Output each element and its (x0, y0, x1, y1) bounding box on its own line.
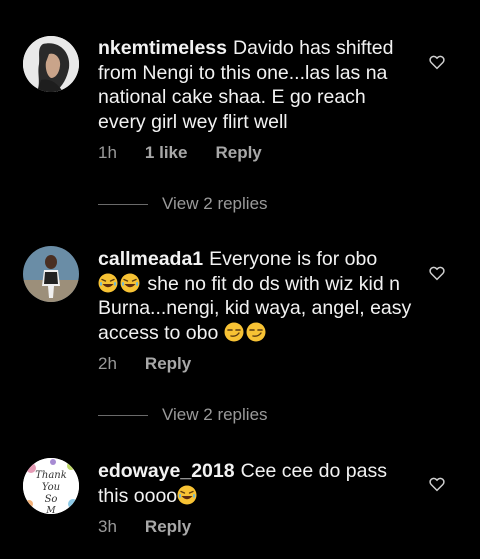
comment-body: Everyone is for obo (209, 248, 378, 270)
comment-meta: 2h Reply (98, 354, 191, 374)
avatar-text: Thank (35, 470, 67, 481)
view-replies-label[interactable]: View 2 replies (162, 194, 268, 214)
timestamp: 1h (98, 143, 117, 162)
view-replies-button[interactable]: View 2 replies (98, 405, 268, 425)
laughing-emoji (177, 485, 197, 504)
laughing-emoji (120, 273, 140, 292)
comment-meta: 1h 1 like Reply (98, 143, 262, 163)
comment-text: callmeada1 Everyone is for obo she no fit… (98, 247, 416, 345)
view-replies-button[interactable]: View 2 replies (98, 194, 268, 214)
timestamp: 3h (98, 517, 117, 536)
avatar-text: M (45, 506, 56, 514)
username[interactable]: edowaye_2018 (98, 460, 235, 482)
laughing-emoji (98, 273, 118, 292)
comment-text: edowaye_2018 Cee cee do pass this oooo (98, 459, 416, 508)
likes-count[interactable]: 1 like (145, 143, 188, 163)
heart-icon[interactable] (428, 264, 446, 282)
username[interactable]: callmeada1 (98, 248, 203, 270)
divider (98, 203, 148, 205)
reply-button[interactable]: Reply (145, 517, 191, 537)
heart-icon[interactable] (428, 475, 446, 493)
reply-button[interactable]: Reply (215, 143, 261, 163)
comment-text: nkemtimeless Davido has shifted from Neng… (98, 36, 416, 134)
comment-meta: 3h Reply (98, 517, 191, 537)
timestamp: 2h (98, 354, 117, 373)
reply-button[interactable]: Reply (145, 354, 191, 374)
heart-icon[interactable] (428, 53, 446, 71)
avatar-text: So (45, 494, 58, 505)
smirk-emoji (224, 322, 244, 341)
avatar[interactable] (23, 36, 79, 92)
view-replies-label[interactable]: View 2 replies (162, 405, 268, 425)
avatar[interactable] (23, 246, 79, 302)
username[interactable]: nkemtimeless (98, 37, 227, 59)
smirk-emoji (246, 322, 266, 341)
avatar[interactable]: Thank You So M (23, 458, 79, 514)
avatar-text: You (42, 482, 60, 493)
divider (98, 414, 148, 416)
